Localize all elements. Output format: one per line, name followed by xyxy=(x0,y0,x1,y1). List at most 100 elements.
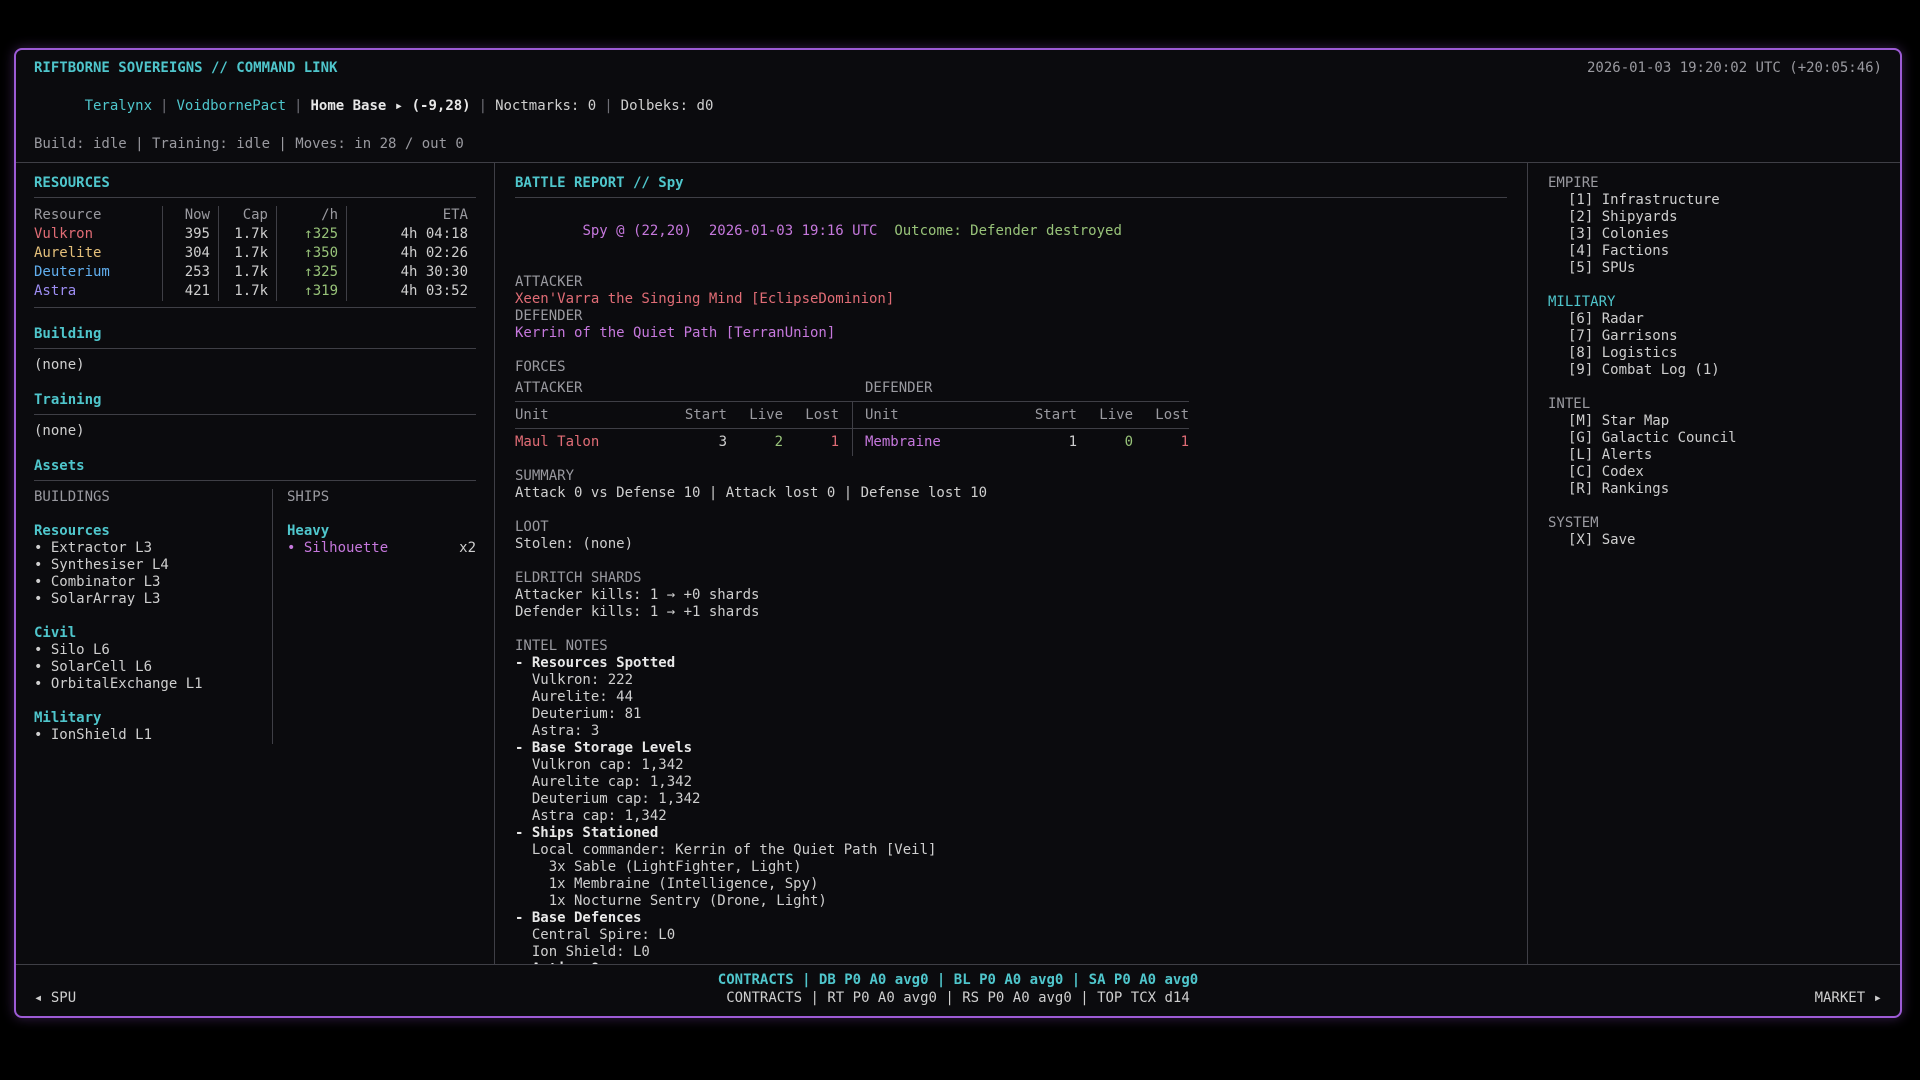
menu-item-logistics[interactable]: [8] Logistics xyxy=(1548,345,1880,362)
contracts-ticker-line-1[interactable]: CONTRACTS | DB P0 A0 avg0 | BL P0 A0 avg… xyxy=(718,971,1198,989)
header-player-row: Teralynx|VoidbornePact|Home Base ▸ (-9,2… xyxy=(34,78,1882,135)
menu-item-star-map[interactable]: [M] Star Map xyxy=(1548,413,1880,430)
defender-unit-lost: 1 xyxy=(1133,434,1189,451)
col-lost: Lost xyxy=(783,407,839,424)
menu-item-save[interactable]: [X] Save xyxy=(1548,532,1880,549)
contracts-ticker-line-2[interactable]: CONTRACTS | RT P0 A0 avg0 | RS P0 A0 avg… xyxy=(718,989,1198,1007)
defender-name: Kerrin of the Quiet Path [TerranUnion] xyxy=(515,325,1507,342)
building-item: • Silo L6 xyxy=(34,642,272,659)
menu-item-combat-log[interactable]: [9] Combat Log (1) xyxy=(1548,362,1880,379)
status-line: Build: idle | Training: idle | Moves: in… xyxy=(34,135,1882,154)
intel-line: Local commander: Kerrin of the Quiet Pat… xyxy=(515,842,1507,859)
intel-line: Vulkron cap: 1,342 xyxy=(515,757,1507,774)
nav-next-market-button[interactable]: MARKET ▸ xyxy=(1815,990,1882,1007)
menu-item-rankings[interactable]: [R] Rankings xyxy=(1548,481,1880,498)
resource-now: 395 xyxy=(162,225,218,244)
dolbeks-counter: Dolbeks: d0 xyxy=(621,98,714,114)
forces-defender-header: DEFENDER xyxy=(865,380,1189,397)
intel-line: 1x Membraine (Intelligence, Spy) xyxy=(515,876,1507,893)
intel-line: 3x Sable (LightFighter, Light) xyxy=(515,859,1507,876)
menu-item-radar[interactable]: [6] Radar xyxy=(1548,311,1880,328)
training-title: Training xyxy=(34,392,476,409)
col-start: Start xyxy=(665,407,727,424)
report-headline-spy: Spy @ (22,20) 2026-01-03 19:16 UTC xyxy=(582,223,894,239)
col-rate: /h xyxy=(276,206,346,225)
col-unit: Unit xyxy=(865,407,1015,424)
ship-name: • Silhouette xyxy=(287,540,388,557)
menu-item-shipyards[interactable]: [2] Shipyards xyxy=(1548,209,1880,226)
resource-cap: 1.7k xyxy=(218,282,276,301)
intel-line: Astra cap: 1,342 xyxy=(515,808,1507,825)
col-live: Live xyxy=(727,407,783,424)
building-group-resources: Resources • Extractor L3 • Synthesiser L… xyxy=(34,523,272,608)
forces-label: FORCES xyxy=(515,359,1507,376)
col-lost: Lost xyxy=(1133,407,1189,424)
menu-section-title: EMPIRE xyxy=(1548,175,1880,192)
attacker-unit-name: Maul Talon xyxy=(515,434,665,451)
attacker-name: Xeen'Varra the Singing Mind [EclipseDomi… xyxy=(515,291,1507,308)
group-title: Heavy xyxy=(287,523,476,540)
menu-item-spus[interactable]: [5] SPUs xyxy=(1548,260,1880,277)
building-item: • Extractor L3 xyxy=(34,540,272,557)
group-title: Civil xyxy=(34,625,272,642)
col-live: Live xyxy=(1077,407,1133,424)
building-group-military: Military • IonShield L1 xyxy=(34,710,272,744)
menu-item-galactic-council[interactable]: [G] Galactic Council xyxy=(1548,430,1880,447)
intel-notes: - Resources Spotted Vulkron: 222 Aurelit… xyxy=(515,655,1507,964)
resource-eta: 4h 03:52 xyxy=(346,282,476,301)
resource-eta: 4h 04:18 xyxy=(346,225,476,244)
intel-line: Ion Shield: L0 xyxy=(515,944,1507,961)
separator: | xyxy=(152,98,176,114)
menu-item-factions[interactable]: [4] Factions xyxy=(1548,243,1880,260)
group-title: Resources xyxy=(34,523,272,540)
command-link-window: RIFTBORNE SOVEREIGNS // COMMAND LINK 202… xyxy=(14,48,1902,1018)
divider xyxy=(34,348,476,349)
report-outcome: Outcome: Defender destroyed xyxy=(894,223,1122,239)
nav-menu-panel: EMPIRE [1] Infrastructure [2] Shipyards … xyxy=(1528,163,1900,964)
divider xyxy=(34,307,476,308)
intel-line: Deuterium cap: 1,342 xyxy=(515,791,1507,808)
building-item: • SolarCell L6 xyxy=(34,659,272,676)
resource-now: 421 xyxy=(162,282,218,301)
resource-rate: ↑319 xyxy=(276,282,346,301)
eldritch-shards-label: ELDRITCH SHARDS xyxy=(515,570,1507,587)
defender-unit-live: 0 xyxy=(1077,434,1133,451)
building-item: • SolarArray L3 xyxy=(34,591,272,608)
attacker-label: ATTACKER xyxy=(515,274,1507,291)
summary-line: Attack 0 vs Defense 10 | Attack lost 0 |… xyxy=(515,485,1507,502)
building-item: • OrbitalExchange L1 xyxy=(34,676,272,693)
nav-prev-spu-button[interactable]: ◂ SPU xyxy=(34,990,76,1007)
divider xyxy=(515,197,1507,198)
table-divider xyxy=(839,434,865,451)
resource-cap: 1.7k xyxy=(218,244,276,263)
menu-section-system: SYSTEM [X] Save xyxy=(1548,515,1880,549)
divider xyxy=(34,414,476,415)
resource-name: Astra xyxy=(34,282,162,301)
main-area: RESOURCES Resource Now Cap /h ETA Vulkro… xyxy=(16,163,1900,964)
menu-item-codex[interactable]: [C] Codex xyxy=(1548,464,1880,481)
resource-name: Aurelite xyxy=(34,244,162,263)
intel-line: - Resources Spotted xyxy=(515,655,1507,672)
resource-row-aurelite: Aurelite 304 1.7k ↑350 4h 02:26 xyxy=(34,244,476,263)
menu-item-garrisons[interactable]: [7] Garrisons xyxy=(1548,328,1880,345)
menu-item-colonies[interactable]: [3] Colonies xyxy=(1548,226,1880,243)
building-item: • IonShield L1 xyxy=(34,727,272,744)
intel-line: - Base Storage Levels xyxy=(515,740,1507,757)
assets-columns: BUILDINGS Resources • Extractor L3 • Syn… xyxy=(34,489,476,744)
menu-item-alerts[interactable]: [L] Alerts xyxy=(1548,447,1880,464)
defender-unit-name: Membraine xyxy=(865,434,1015,451)
attacker-unit-lost: 1 xyxy=(783,434,839,451)
menu-item-infrastructure[interactable]: [1] Infrastructure xyxy=(1548,192,1880,209)
divider xyxy=(34,197,476,198)
intel-line: Central Spire: L0 xyxy=(515,927,1507,944)
forces-data-row: Maul Talon 3 2 1 Membraine 1 0 1 xyxy=(515,429,1189,451)
shards-attacker-line: Attacker kills: 1 → +0 shards xyxy=(515,587,1507,604)
resource-eta: 4h 30:30 xyxy=(346,263,476,282)
buildings-label: BUILDINGS xyxy=(34,489,272,506)
intel-line: - Base Defences xyxy=(515,910,1507,927)
separator: | xyxy=(471,98,495,114)
ships-label: SHIPS xyxy=(287,489,476,506)
breadcrumb[interactable]: Home Base ▸ (-9,28) xyxy=(310,98,470,114)
col-unit: Unit xyxy=(515,407,665,424)
contracts-ticker: CONTRACTS | DB P0 A0 avg0 | BL P0 A0 avg… xyxy=(718,971,1198,1007)
